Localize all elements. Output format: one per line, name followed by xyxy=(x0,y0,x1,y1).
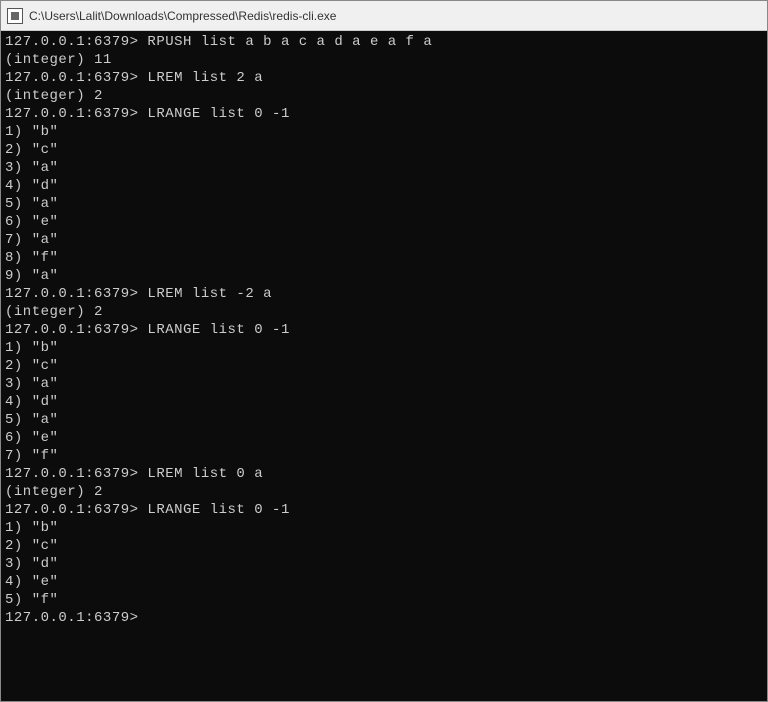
app-icon xyxy=(7,8,23,24)
output-line: 3) "a" xyxy=(5,375,763,393)
output-line: 1) "b" xyxy=(5,123,763,141)
output-line: (integer) 2 xyxy=(5,483,763,501)
output-line: 5) "f" xyxy=(5,591,763,609)
output-line: 4) "d" xyxy=(5,393,763,411)
output-line: 2) "c" xyxy=(5,357,763,375)
output-line: 3) "a" xyxy=(5,159,763,177)
command-line: 127.0.0.1:6379> LRANGE list 0 -1 xyxy=(5,501,763,519)
output-line: 6) "e" xyxy=(5,213,763,231)
output-line: 1) "b" xyxy=(5,519,763,537)
output-line: (integer) 2 xyxy=(5,87,763,105)
output-line: 3) "d" xyxy=(5,555,763,573)
output-line: 2) "c" xyxy=(5,141,763,159)
output-line: 4) "d" xyxy=(5,177,763,195)
output-line: 7) "f" xyxy=(5,447,763,465)
output-line: 4) "e" xyxy=(5,573,763,591)
command-line: 127.0.0.1:6379> RPUSH list a b a c a d a… xyxy=(5,33,763,51)
output-line: 2) "c" xyxy=(5,537,763,555)
output-line: (integer) 11 xyxy=(5,51,763,69)
output-line: 8) "f" xyxy=(5,249,763,267)
output-line: 9) "a" xyxy=(5,267,763,285)
output-line: 6) "e" xyxy=(5,429,763,447)
command-line: 127.0.0.1:6379> LRANGE list 0 -1 xyxy=(5,105,763,123)
output-line: (integer) 2 xyxy=(5,303,763,321)
output-line: 1) "b" xyxy=(5,339,763,357)
window-title: C:\Users\Lalit\Downloads\Compressed\Redi… xyxy=(29,9,336,23)
output-line: 5) "a" xyxy=(5,195,763,213)
terminal-body[interactable]: 127.0.0.1:6379> RPUSH list a b a c a d a… xyxy=(1,31,767,701)
output-line: 5) "a" xyxy=(5,411,763,429)
command-line: 127.0.0.1:6379> LRANGE list 0 -1 xyxy=(5,321,763,339)
titlebar[interactable]: C:\Users\Lalit\Downloads\Compressed\Redi… xyxy=(1,1,767,31)
command-line: 127.0.0.1:6379> LREM list 0 a xyxy=(5,465,763,483)
command-line: 127.0.0.1:6379> LREM list 2 a xyxy=(5,69,763,87)
output-line: 7) "a" xyxy=(5,231,763,249)
command-line: 127.0.0.1:6379> LREM list -2 a xyxy=(5,285,763,303)
prompt-line: 127.0.0.1:6379> xyxy=(5,609,763,627)
terminal-window: C:\Users\Lalit\Downloads\Compressed\Redi… xyxy=(0,0,768,702)
